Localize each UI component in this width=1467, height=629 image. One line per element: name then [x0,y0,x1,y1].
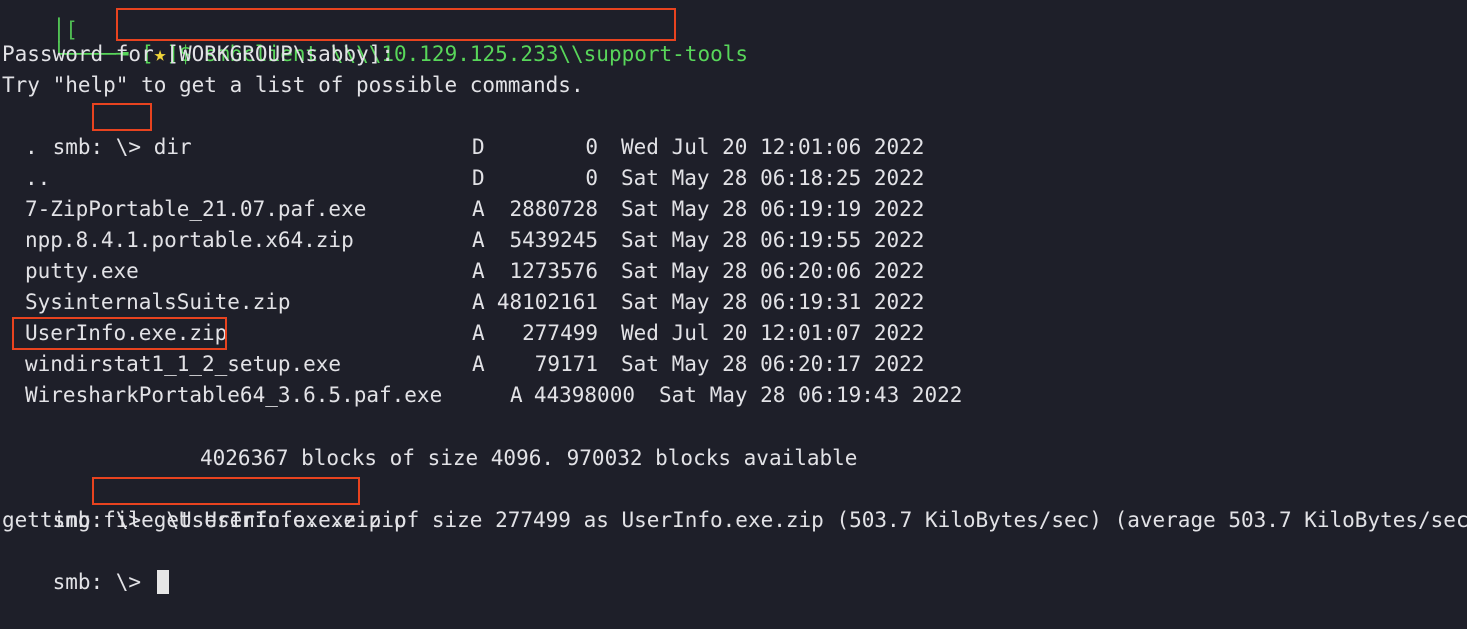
smb-prompt: smb: \> [52,570,142,594]
file-name: WiresharkPortable64_3.6.5.paf.exe [25,383,443,407]
file-date: Wed Jul 20 12:01:06 2022 [621,135,925,159]
file-size: 2880728 [509,197,598,221]
file-attr: A [472,321,485,345]
file-attr: D [472,166,485,190]
list-item: UserInfo.exe.zip A 277499 Wed Jul 20 12:… [2,318,1002,349]
terminal-line-get-output: getting file \UserInfo.exe.zip of size 2… [2,508,1467,532]
file-attr: A [472,259,485,283]
file-date: Wed Jul 20 12:01:07 2022 [621,321,925,345]
file-attr: A [472,228,485,252]
terminal-line-command-get: smb: \> get UserInfo.exe.zip [2,474,407,532]
list-item: SysinternalsSuite.zip A 48102161 Sat May… [2,287,1002,318]
terminal-window[interactable]: │[ └────╼ [★]$ smbclient \\\\10.129.125.… [0,0,1467,594]
file-size: 48102161 [496,290,598,314]
file-date: Sat May 28 06:19:55 2022 [621,228,925,252]
file-attr: D [472,135,485,159]
terminal-line-password-prompt: Password for [WORKGROUP\sabby]: [2,42,394,66]
file-name: putty.exe [25,259,139,283]
terminal-line-command-dir: smb: \> dir [2,101,192,159]
file-attr: A [472,352,485,376]
file-name: SysinternalsSuite.zip [25,290,291,314]
file-size: 1273576 [509,259,598,283]
file-attr: A [472,197,485,221]
directory-listing: . D 0 Wed Jul 20 12:01:06 2022 .. D 0 Sa… [2,132,1002,411]
list-item: .. D 0 Sat May 28 06:18:25 2022 [2,163,1002,194]
file-size: 5439245 [509,228,598,252]
terminal-line-final-prompt[interactable]: smb: \> [2,536,169,594]
list-item: putty.exe A 1273576 Sat May 28 06:20:06 … [2,256,1002,287]
file-date: Sat May 28 06:20:17 2022 [621,352,925,376]
file-size: 79171 [534,352,598,376]
file-name: .. [25,166,51,190]
file-size: 277499 [522,321,598,345]
list-item: 7-ZipPortable_21.07.paf.exe A 2880728 Sa… [2,194,1002,225]
list-item: npp.8.4.1.portable.x64.zip A 5439245 Sat… [2,225,1002,256]
file-date: Sat May 28 06:19:19 2022 [621,197,925,221]
terminal-line-help-hint: Try "help" to get a list of possible com… [2,73,584,97]
file-date: Sat May 28 06:19:43 2022 [659,383,963,407]
file-date: Sat May 28 06:20:06 2022 [621,259,925,283]
file-size: 44398000 [533,383,635,407]
file-date: Sat May 28 06:19:31 2022 [621,290,925,314]
list-item: windirstat1_1_2_setup.exe A 79171 Sat Ma… [2,349,1002,380]
list-item: . D 0 Wed Jul 20 12:01:06 2022 [2,132,1002,163]
list-item: WiresharkPortable64_3.6.5.paf.exe A 4439… [2,380,1002,411]
text-cursor [156,570,169,594]
file-name: . [25,135,38,159]
file-size: 0 [585,135,598,159]
file-size: 0 [585,166,598,190]
file-name: UserInfo.exe.zip [25,321,228,345]
file-name: npp.8.4.1.portable.x64.zip [25,228,354,252]
file-name: 7-ZipPortable_21.07.paf.exe [25,197,367,221]
terminal-line-command-connect: └────╼ [★]$ smbclient \\\\10.129.125.233… [2,8,748,66]
terminal-line-blocks-summary: 4026367 blocks of size 4096. 970032 bloc… [200,446,858,470]
file-date: Sat May 28 06:18:25 2022 [621,166,925,190]
file-attr: A [510,383,523,407]
file-name: windirstat1_1_2_setup.exe [25,352,342,376]
file-attr: A [472,290,485,314]
